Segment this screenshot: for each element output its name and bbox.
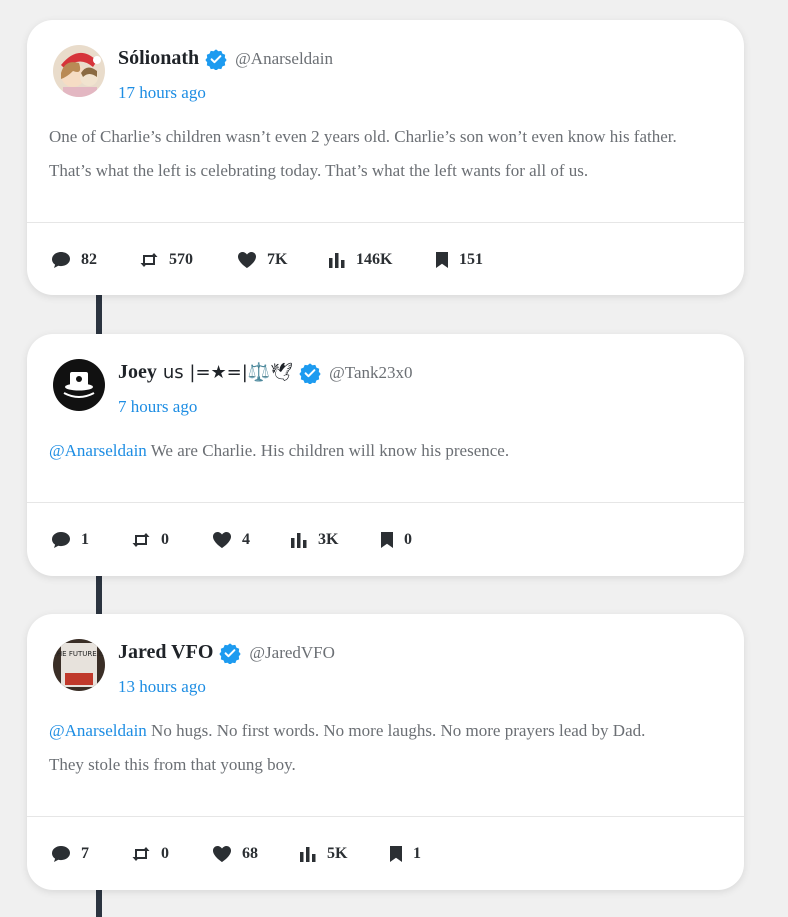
repost-count: 0 — [161, 530, 169, 548]
bookmark-icon — [435, 251, 449, 269]
views-button[interactable]: 3K — [290, 503, 338, 576]
bookmark-button[interactable]: 0 — [380, 503, 412, 576]
bookmark-count: 1 — [413, 844, 421, 862]
views-bar-icon — [328, 252, 346, 268]
bookmark-button[interactable]: 1 — [389, 817, 421, 890]
repost-button[interactable]: 570 — [139, 223, 193, 296]
repost-icon — [131, 846, 151, 862]
author-handle[interactable]: @Anarseldain — [235, 49, 333, 69]
repost-icon — [131, 532, 151, 548]
reply-button[interactable]: 1 — [51, 503, 89, 576]
comment-icon — [51, 531, 71, 549]
avatar[interactable] — [53, 45, 105, 97]
like-count: 7K — [267, 250, 288, 268]
author-name[interactable]: Sólionath — [118, 47, 199, 70]
action-bar: 82 570 7K 146K 151 — [27, 223, 744, 296]
post-card[interactable]: THE FUTURE IS Jared VFO @JaredVFO 13 hou… — [27, 614, 744, 890]
like-button[interactable]: 68 — [212, 817, 258, 890]
like-count: 4 — [242, 530, 250, 548]
thread-connector — [96, 295, 102, 334]
post-text-line: That’s what the left is celebrating toda… — [49, 161, 589, 180]
verified-badge-icon — [205, 48, 227, 70]
like-button[interactable]: 4 — [212, 503, 250, 576]
reply-button[interactable]: 82 — [51, 223, 97, 296]
comment-icon — [51, 251, 71, 269]
post-timestamp[interactable]: 13 hours ago — [118, 677, 206, 697]
reply-count: 1 — [81, 530, 89, 548]
like-button[interactable]: 7K — [237, 223, 287, 296]
avatar-text: THE FUTURE IS — [53, 650, 105, 658]
author-handle[interactable]: @JaredVFO — [249, 643, 335, 663]
reply-button[interactable]: 7 — [51, 817, 89, 890]
comment-icon — [51, 845, 71, 863]
thread-connector — [96, 890, 102, 917]
author-name[interactable]: Jared VFO — [118, 641, 213, 664]
bookmark-icon — [389, 845, 403, 863]
post-text-content: We are Charlie. His children will know h… — [150, 441, 510, 460]
author-handle[interactable]: @Tank23x0 — [329, 363, 412, 383]
reply-count: 82 — [81, 250, 97, 268]
author-name-suffix: us |=★=|⚖️🕊 — [162, 362, 294, 383]
post-timestamp[interactable]: 17 hours ago — [118, 83, 206, 103]
repost-count: 0 — [161, 844, 169, 862]
repost-button[interactable]: 0 — [131, 503, 169, 576]
like-count: 68 — [242, 844, 258, 862]
views-count: 146K — [356, 250, 393, 268]
bookmark-button[interactable]: 151 — [435, 223, 483, 296]
verified-badge-icon — [219, 642, 242, 664]
heart-icon — [212, 845, 232, 863]
bookmark-icon — [380, 531, 394, 549]
heart-icon — [212, 531, 232, 549]
mention-link[interactable]: @Anarseldain — [49, 441, 147, 460]
thread-connector — [96, 576, 102, 614]
action-bar: 7 0 68 5K 1 — [27, 817, 744, 890]
repost-count: 570 — [169, 250, 193, 268]
post-text: @Anarseldain No hugs. No first words. No… — [27, 714, 744, 816]
repost-button[interactable]: 0 — [131, 817, 169, 890]
views-bar-icon — [299, 846, 317, 862]
views-bar-icon — [290, 532, 308, 548]
post-timestamp[interactable]: 7 hours ago — [118, 397, 197, 417]
reply-count: 7 — [81, 844, 89, 862]
avatar[interactable]: THE FUTURE IS — [53, 639, 105, 691]
views-button[interactable]: 146K — [328, 223, 392, 296]
views-button[interactable]: 5K — [299, 817, 347, 890]
bookmark-count: 0 — [404, 530, 412, 548]
author-name[interactable]: Joey — [118, 361, 157, 384]
post-text-line: They stole this from that young boy. — [49, 755, 296, 774]
heart-icon — [237, 251, 257, 269]
mention-link[interactable]: @Anarseldain — [49, 721, 147, 740]
post-text-line: @Anarseldain We are Charlie. His childre… — [49, 434, 722, 468]
verified-badge-icon — [299, 362, 321, 384]
post-text-line: @Anarseldain No hugs. No first words. No… — [49, 714, 722, 748]
repost-icon — [139, 252, 159, 268]
post-text: @Anarseldain We are Charlie. His childre… — [27, 434, 744, 502]
post-card[interactable]: Joey us |=★=|⚖️🕊 @Tank23x0 7 hours ago @… — [27, 334, 744, 576]
views-count: 3K — [318, 530, 339, 548]
post-text: One of Charlie’s children wasn’t even 2 … — [27, 120, 744, 222]
action-bar: 1 0 4 3K 0 — [27, 503, 744, 576]
post-text-line: One of Charlie’s children wasn’t even 2 … — [49, 127, 677, 146]
post-card[interactable]: Sólionath @Anarseldain 17 hours ago One … — [27, 20, 744, 295]
views-count: 5K — [327, 844, 348, 862]
bookmark-count: 151 — [459, 250, 483, 268]
avatar[interactable] — [53, 359, 105, 411]
post-text-content: No hugs. No first words. No more laughs.… — [151, 721, 646, 740]
